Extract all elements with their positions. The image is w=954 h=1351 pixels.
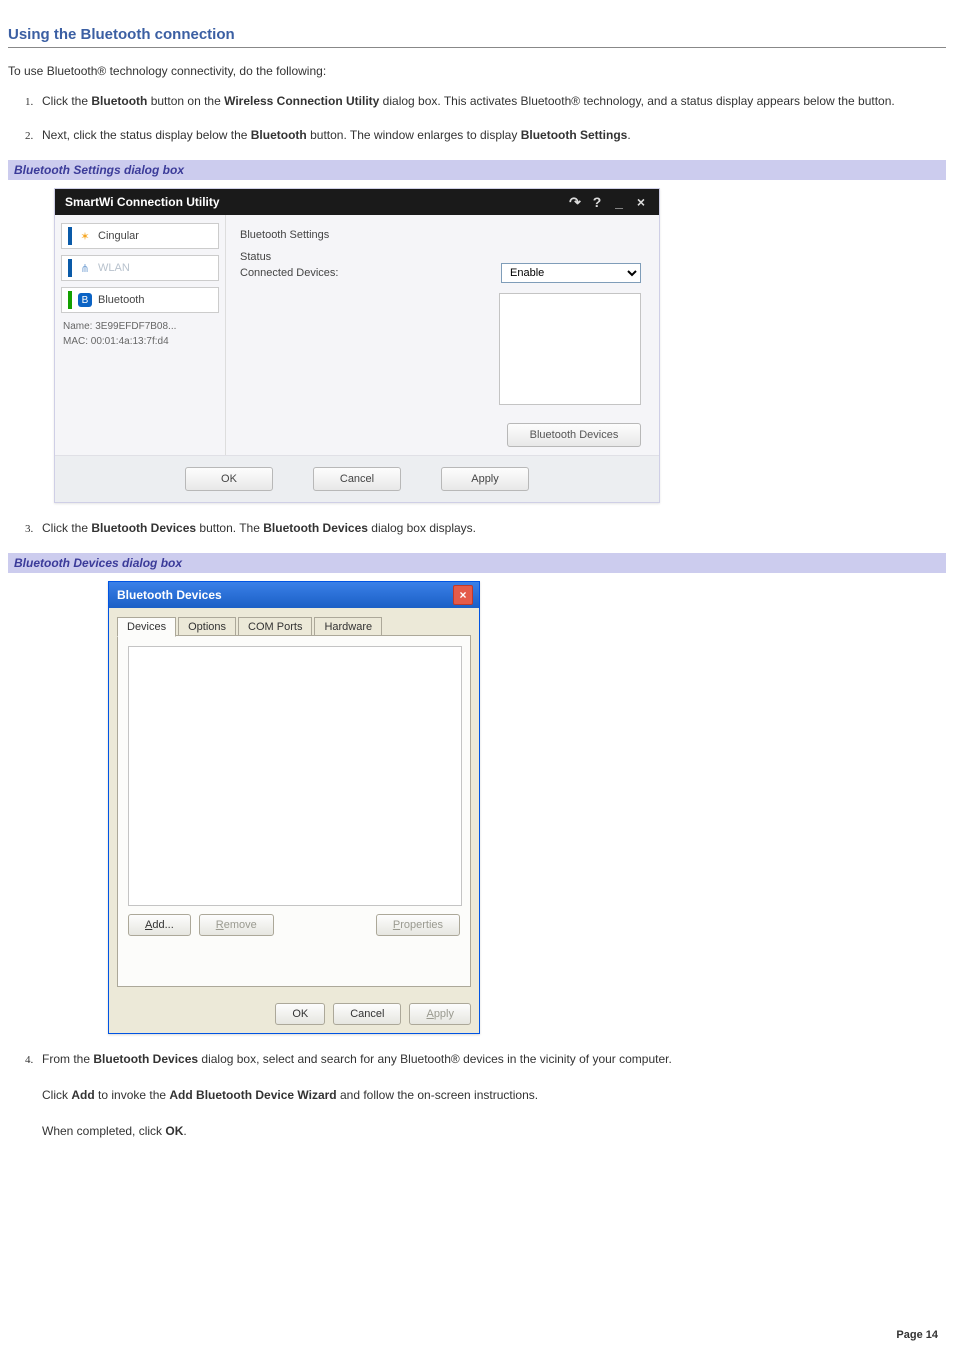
ok-button[interactable]: OK <box>185 467 273 491</box>
ok-button[interactable]: OK <box>275 1003 325 1025</box>
sidebar-item-bluetooth[interactable]: B Bluetooth <box>61 287 219 313</box>
caption-smartwi: Bluetooth Settings dialog box <box>8 160 946 180</box>
remove-button: Remove <box>199 914 274 936</box>
smartwi-titlebar: SmartWi Connection Utility ↷ ? _ × <box>55 189 659 215</box>
panel-title: Bluetooth Settings <box>240 229 645 241</box>
help-icon[interactable]: ? <box>589 194 605 210</box>
sidebar-item-cingular[interactable]: ✶ Cingular <box>61 223 219 249</box>
smartwi-footer: OK Cancel Apply <box>55 455 659 502</box>
properties-button: Properties <box>376 914 460 936</box>
tab-com-ports[interactable]: COM Ports <box>238 617 312 637</box>
apply-button: Apply <box>409 1003 471 1025</box>
bluetooth-info: Name: 3E99EFDF7B08... MAC: 00:01:4a:13:7… <box>61 319 219 349</box>
cingular-icon: ✶ <box>78 229 92 243</box>
devices-list[interactable] <box>128 646 462 906</box>
smartwi-title-text: SmartWi Connection Utility <box>65 195 220 209</box>
step-4: From the Bluetooth Devices dialog box, s… <box>36 1050 946 1140</box>
sidebar-item-wlan[interactable]: ⋔ WLAN <box>61 255 219 281</box>
step-3: Click the Bluetooth Devices button. The … <box>36 519 946 537</box>
add-button[interactable]: Add... <box>128 914 191 936</box>
tab-devices[interactable]: Devices <box>117 617 176 637</box>
steps-list-cont2: From the Bluetooth Devices dialog box, s… <box>36 1050 946 1140</box>
page-number: Page 14 <box>896 1329 938 1341</box>
enable-select[interactable]: Enable <box>501 263 641 283</box>
connected-devices-list[interactable] <box>499 293 641 405</box>
close-icon[interactable]: × <box>633 194 649 210</box>
apply-button[interactable]: Apply <box>441 467 529 491</box>
smartwi-panel: Bluetooth Settings Status Connected Devi… <box>226 215 659 455</box>
cancel-button[interactable]: Cancel <box>313 467 401 491</box>
bluetooth-devices-dialog: Bluetooth Devices × Devices Options COM … <box>108 581 480 1034</box>
intro-text: To use Bluetooth® technology connectivit… <box>8 62 946 80</box>
page-title: Using the Bluetooth connection <box>8 26 946 43</box>
tab-options[interactable]: Options <box>178 617 236 637</box>
smartwi-dialog: SmartWi Connection Utility ↷ ? _ × ✶ Cin… <box>54 188 660 503</box>
wlan-icon: ⋔ <box>78 261 92 275</box>
tab-hardware[interactable]: Hardware <box>314 617 382 637</box>
btd-footer: OK Cancel Apply <box>109 995 479 1033</box>
btd-titlebar: Bluetooth Devices × <box>109 582 479 608</box>
smartwi-sidebar: ✶ Cingular ⋔ WLAN B Bluetooth Name: 3E99… <box>55 215 226 455</box>
steps-list: Click the Bluetooth button on the Wirele… <box>36 92 946 144</box>
step-1: Click the Bluetooth button on the Wirele… <box>36 92 946 110</box>
close-icon[interactable]: × <box>453 585 473 605</box>
step-2: Next, click the status display below the… <box>36 126 946 144</box>
tab-panel: Add... Remove Properties <box>117 635 471 987</box>
tabstrip: Devices Options COM Ports Hardware <box>117 616 471 636</box>
steps-list-cont: Click the Bluetooth Devices button. The … <box>36 519 946 537</box>
heading-divider <box>8 47 946 48</box>
pin-icon[interactable]: ↷ <box>567 194 583 211</box>
bluetooth-devices-button[interactable]: Bluetooth Devices <box>507 423 641 447</box>
cancel-button[interactable]: Cancel <box>333 1003 401 1025</box>
btd-title-text: Bluetooth Devices <box>117 588 222 602</box>
bluetooth-icon: B <box>78 293 92 307</box>
caption-btd: Bluetooth Devices dialog box <box>8 553 946 573</box>
status-label: Status <box>240 251 645 263</box>
minimize-icon[interactable]: _ <box>611 194 627 210</box>
